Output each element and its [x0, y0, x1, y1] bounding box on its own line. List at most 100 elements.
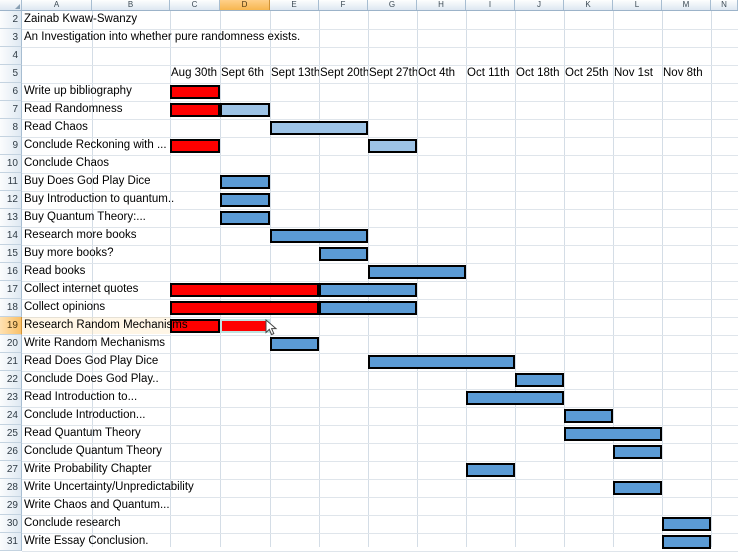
row-header-3[interactable]: 3 [0, 29, 22, 47]
row-header-8[interactable]: 8 [0, 119, 22, 137]
task-label-row-24[interactable]: Conclude Introduction... [22, 407, 170, 425]
row-header-13[interactable]: 13 [0, 209, 22, 227]
gantt-bar-row-13-d[interactable] [220, 211, 270, 225]
spreadsheet-grid[interactable]: ABCDEFGHIJKLMN 2 3 4 5 6 7 8 9 10 11 12 13 14 15 16 17 1… [0, 0, 738, 552]
date-header-i[interactable]: Oct 11th [466, 65, 515, 83]
row-header-10[interactable]: 10 [0, 155, 22, 173]
task-label-row-18[interactable]: Collect opinions [22, 299, 170, 317]
date-header-k[interactable]: Oct 25th [564, 65, 613, 83]
task-label-row-16[interactable]: Read books [22, 263, 170, 281]
task-label-row-19[interactable]: Research Random Mechanisms [22, 317, 188, 335]
date-header-d[interactable]: Sept 6th [220, 65, 270, 83]
row-header-19[interactable]: 19 [0, 317, 22, 335]
row-header-29[interactable]: 29 [0, 497, 22, 515]
gantt-bar-row-21-g[interactable] [368, 355, 515, 369]
gantt-bar-row-15-f[interactable] [319, 247, 368, 261]
column-header-l[interactable]: L [613, 0, 662, 10]
task-label-row-20[interactable]: Write Random Mechanisms [22, 335, 170, 353]
row-header-24[interactable]: 24 [0, 407, 22, 425]
task-label-row-22[interactable]: Conclude Does God Play.. [22, 371, 170, 389]
gantt-bar-row-17-f[interactable] [319, 283, 417, 297]
row-header-23[interactable]: 23 [0, 389, 22, 407]
row-header-7[interactable]: 7 [0, 101, 22, 119]
gantt-bar-row-23-i[interactable] [466, 391, 564, 405]
gantt-bar-row-8-e[interactable] [270, 121, 368, 135]
column-header-h[interactable]: H [417, 0, 466, 10]
task-label-row-11[interactable]: Buy Does God Play Dice [22, 173, 170, 191]
column-header-a[interactable]: A [22, 0, 92, 10]
row-header-26[interactable]: 26 [0, 443, 22, 461]
title-subtitle-cell[interactable]: An Investigation into whether pure rando… [22, 29, 452, 47]
gantt-bar-row-26-l[interactable] [613, 445, 662, 459]
row-header-30[interactable]: 30 [0, 515, 22, 533]
column-header-i[interactable]: I [466, 0, 515, 10]
task-label-row-14[interactable]: Research more books [22, 227, 170, 245]
column-header-f[interactable]: F [319, 0, 368, 10]
select-all-corner[interactable] [0, 0, 22, 10]
task-label-row-26[interactable]: Conclude Quantum Theory [22, 443, 170, 461]
row-header-22[interactable]: 22 [0, 371, 22, 389]
column-header-k[interactable]: K [564, 0, 613, 10]
gantt-bar-row-16-g[interactable] [368, 265, 466, 279]
row-header-31[interactable]: 31 [0, 533, 22, 551]
task-label-row-29[interactable]: Write Chaos and Quantum... [22, 497, 170, 515]
row-header-17[interactable]: 17 [0, 281, 22, 299]
task-label-row-12[interactable]: Buy Introduction to quantum.. [22, 191, 174, 209]
date-header-l[interactable]: Nov 1st [613, 65, 662, 83]
row-header-16[interactable]: 16 [0, 263, 22, 281]
task-label-row-10[interactable]: Conclude Chaos [22, 155, 170, 173]
task-label-row-31[interactable]: Write Essay Conclusion. [22, 533, 170, 551]
gantt-bar-row-9-c[interactable] [170, 139, 220, 153]
row-header-6[interactable]: 6 [0, 83, 22, 101]
row-header-14[interactable]: 14 [0, 227, 22, 245]
date-header-c[interactable]: Aug 30th [170, 65, 220, 83]
date-header-e[interactable]: Sept 13th [270, 65, 319, 83]
row-header-12[interactable]: 12 [0, 191, 22, 209]
task-label-row-28[interactable]: Write Uncertainty/Unpredictability [22, 479, 194, 497]
task-label-row-9[interactable]: Conclude Reckoning with ... [22, 137, 170, 155]
task-label-row-30[interactable]: Conclude research [22, 515, 170, 533]
gantt-bar-row-7-d[interactable] [220, 103, 270, 117]
gantt-bar-row-14-e[interactable] [270, 229, 368, 243]
column-header-d[interactable]: D [220, 0, 270, 10]
column-header-e[interactable]: E [270, 0, 319, 10]
column-header-b[interactable]: B [92, 0, 170, 10]
gantt-bar-row-18-c[interactable] [170, 301, 319, 315]
gantt-bar-row-12-d[interactable] [220, 193, 270, 207]
gantt-bar-row-6-c[interactable] [170, 85, 220, 99]
task-label-row-17[interactable]: Collect internet quotes [22, 281, 170, 299]
date-header-m[interactable]: Nov 8th [662, 65, 711, 83]
task-label-row-7[interactable]: Read Randomness [22, 101, 170, 119]
row-header-20[interactable]: 20 [0, 335, 22, 353]
gantt-bar-row-22-j[interactable] [515, 373, 564, 387]
task-label-row-8[interactable]: Read Chaos [22, 119, 170, 137]
gantt-bar-row-25-k[interactable] [564, 427, 662, 441]
row-header-27[interactable]: 27 [0, 461, 22, 479]
row-header-15[interactable]: 15 [0, 245, 22, 263]
row-header-18[interactable]: 18 [0, 299, 22, 317]
task-label-row-13[interactable]: Buy Quantum Theory:... [22, 209, 170, 227]
column-header-j[interactable]: J [515, 0, 564, 10]
row-header-21[interactable]: 21 [0, 353, 22, 371]
row-header-25[interactable]: 25 [0, 425, 22, 443]
gantt-bar-row-20-e[interactable] [270, 337, 319, 351]
column-header-m[interactable]: M [662, 0, 711, 10]
gantt-bar-row-11-d[interactable] [220, 175, 270, 189]
active-cell-d19[interactable] [220, 319, 270, 333]
column-header-c[interactable]: C [170, 0, 220, 10]
gantt-bar-row-28-l[interactable] [613, 481, 662, 495]
task-label-row-25[interactable]: Read Quantum Theory [22, 425, 170, 443]
gantt-bar-row-18-f[interactable] [319, 301, 417, 315]
gantt-bar-row-30-m[interactable] [662, 517, 711, 531]
row-header-9[interactable]: 9 [0, 137, 22, 155]
task-label-row-21[interactable]: Read Does God Play Dice [22, 353, 170, 371]
row-header-2[interactable]: 2 [0, 11, 22, 29]
title-author-cell[interactable]: Zainab Kwaw-Swanzy [22, 11, 352, 29]
date-header-f[interactable]: Sept 20th [319, 65, 368, 83]
task-label-row-6[interactable]: Write up bibliography [22, 83, 170, 101]
row-header-4[interactable]: 4 [0, 47, 22, 65]
column-header-g[interactable]: G [368, 0, 417, 10]
date-header-g[interactable]: Sept 27th [368, 65, 417, 83]
row-header-5[interactable]: 5 [0, 65, 22, 83]
task-label-row-15[interactable]: Buy more books? [22, 245, 170, 263]
